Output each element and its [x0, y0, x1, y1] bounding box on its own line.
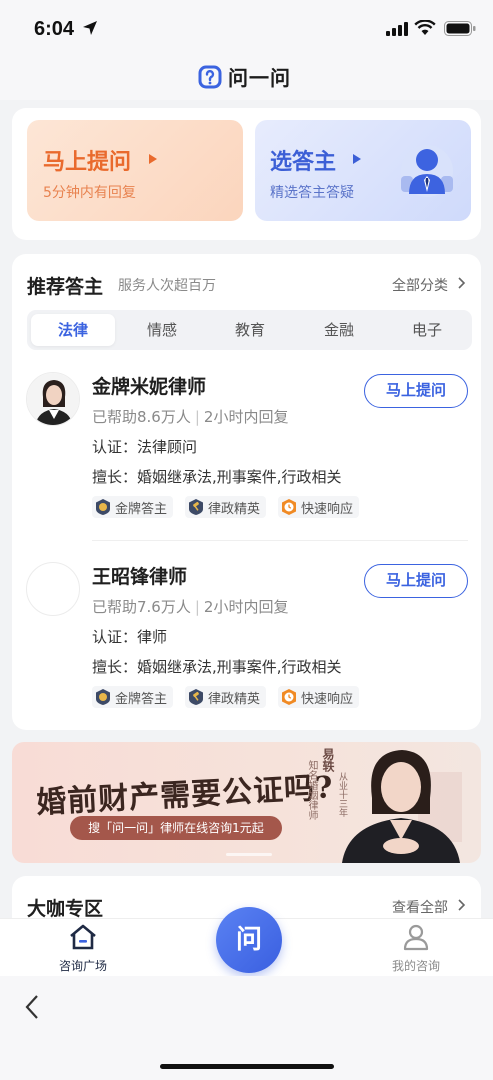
tab-electronics[interactable]: 电子	[385, 314, 469, 346]
ask-now-title: 马上提问	[43, 150, 132, 175]
quick-actions-card: 马上提问 5分钟内有回复 选答主 精选答主答疑	[12, 108, 481, 240]
tab-emotion[interactable]: 情感	[120, 314, 204, 346]
location-arrow-icon	[83, 21, 97, 35]
pick-answerer-subtitle: 精选答主答疑	[270, 185, 354, 201]
triangle-right-icon	[149, 154, 157, 164]
avatar	[26, 372, 80, 426]
ask-now-tile[interactable]: 马上提问 5分钟内有回复	[27, 120, 243, 221]
lawyer-specialty: 擅长：婚姻继承法,刑事案件,行政相关	[92, 468, 342, 486]
carousel-indicator	[226, 853, 272, 856]
lawyer-stats: 已帮助7.6万人 | 2小时内回复	[92, 596, 288, 617]
avatar	[26, 562, 80, 616]
helped-count: 已帮助8.6万人	[92, 408, 191, 426]
status-time: 6:04	[34, 18, 75, 40]
lawyer-specialty: 擅长：婚姻继承法,刑事案件,行政相关	[92, 658, 342, 676]
person-icon	[403, 924, 429, 951]
chevron-right-icon[interactable]	[458, 277, 466, 289]
badge-fast-response: 快速响应	[278, 686, 360, 708]
clock-icon	[282, 689, 297, 705]
banner-subtitle: 搜「问一问」律师在线咨询1元起	[70, 816, 282, 840]
separator: |	[194, 598, 200, 616]
reply-time: 2小时内回复	[203, 408, 289, 426]
app-header: 问一问	[0, 56, 493, 100]
person-avatar-icon	[401, 145, 453, 197]
banner-person-experience: 从业十三年	[337, 772, 347, 817]
app-logo: 问一问	[198, 62, 291, 91]
home-icon	[70, 924, 96, 950]
tab-consult-square[interactable]: 咨询广场	[43, 923, 123, 974]
pick-answerer-tile[interactable]: 选答主 精选答主答疑	[255, 120, 471, 221]
browser-bottom-bar	[0, 976, 493, 1080]
badge-legal-elite: 律政精英	[185, 686, 267, 708]
promo-banner[interactable]: 婚前财产需要公证吗? 搜「问一问」律师在线咨询1元起 易轶 知名婚姻律师 从业十…	[12, 742, 481, 863]
status-bar: 6:04	[0, 0, 493, 56]
lawyer-name: 金牌米妮律师	[92, 376, 207, 398]
lawyer-badges: 金牌答主 律政精英 快速响应	[92, 496, 371, 518]
helped-count: 已帮助7.6万人	[92, 598, 191, 616]
lawyer-item[interactable]: 金牌米妮律师 已帮助8.6万人 | 2小时内回复 认证：法律顾问 擅长：婚姻继承法,…	[12, 372, 481, 532]
app-title: 问一问	[228, 66, 291, 90]
ask-now-button[interactable]: 马上提问	[364, 374, 468, 408]
gavel-icon	[189, 689, 204, 705]
lawyer-item[interactable]: 王昭锋律师 已帮助7.6万人 | 2小时内回复 认证：律师 擅长：婚姻继承法,刑事案…	[12, 562, 481, 722]
all-categories-link[interactable]: 全部分类	[392, 275, 448, 295]
vip-title: 大咖专区	[27, 898, 104, 920]
gold-medal-icon	[96, 689, 110, 705]
banner-headline: 婚前财产需要公证吗?	[35, 770, 335, 821]
bottom-tab-bar: 咨询广场 问 我的咨询	[0, 907, 493, 976]
badge-fast-response: 快速响应	[278, 496, 360, 518]
recommend-subtitle: 服务人次超百万	[118, 278, 216, 294]
banner-person-role: 知名婚姻律师	[306, 760, 317, 820]
lawyer-certification: 认证：法律顾问	[92, 438, 198, 456]
reply-time: 2小时内回复	[203, 598, 289, 616]
lawyer-certification: 认证：律师	[92, 628, 168, 646]
lawyer-stats: 已帮助8.6万人 | 2小时内回复	[92, 406, 288, 427]
triangle-right-icon	[353, 154, 361, 164]
gavel-icon	[189, 499, 204, 515]
home-indicator	[160, 1064, 334, 1069]
ask-center-button[interactable]: 问	[216, 907, 282, 973]
tab-education[interactable]: 教育	[208, 314, 292, 346]
signal-icon	[386, 22, 408, 36]
banner-person-name: 易轶	[321, 748, 335, 772]
lawyer-portrait-image	[342, 750, 462, 863]
pick-answerer-title: 选答主	[270, 150, 337, 175]
separator: |	[194, 408, 200, 426]
recommend-title: 推荐答主	[27, 276, 104, 298]
recommend-card: 推荐答主 服务人次超百万 全部分类 法律 情感 教育 金融 电子 金牌米妮律师 …	[12, 254, 481, 730]
chevron-right-icon[interactable]	[458, 899, 466, 911]
ask-now-subtitle: 5分钟内有回复	[43, 185, 136, 201]
ask-now-button[interactable]: 马上提问	[364, 564, 468, 598]
tab-finance[interactable]: 金融	[297, 314, 381, 346]
lawyer-badges: 金牌答主 律政精英 快速响应	[92, 686, 371, 708]
category-tabs: 法律 情感 教育 金融 电子	[27, 310, 472, 350]
clock-icon	[282, 499, 297, 515]
lawyer-name: 王昭锋律师	[92, 566, 188, 588]
wenyiwen-logo-icon	[198, 65, 222, 88]
badge-gold-answerer: 金牌答主	[92, 496, 174, 518]
back-chevron-icon[interactable]	[24, 994, 40, 1020]
tab-my-consults[interactable]: 我的咨询	[376, 923, 456, 974]
battery-icon	[444, 21, 476, 36]
wifi-icon	[414, 20, 436, 35]
view-all-link[interactable]: 查看全部	[392, 897, 448, 917]
gold-medal-icon	[96, 499, 110, 515]
badge-gold-answerer: 金牌答主	[92, 686, 174, 708]
badge-legal-elite: 律政精英	[185, 496, 267, 518]
divider	[92, 540, 468, 541]
tab-law[interactable]: 法律	[31, 314, 115, 346]
